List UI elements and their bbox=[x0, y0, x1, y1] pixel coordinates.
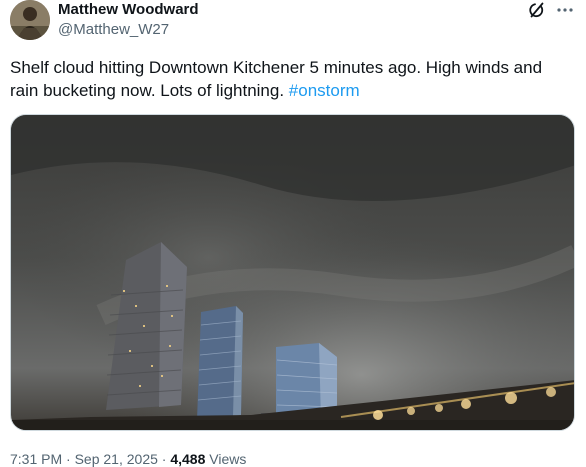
tweet-time[interactable]: 7:31 PM bbox=[10, 451, 62, 467]
grok-icon bbox=[529, 2, 544, 18]
hashtag-link[interactable]: #onstorm bbox=[289, 81, 360, 100]
grok-button[interactable] bbox=[527, 0, 547, 20]
author-avatar[interactable] bbox=[10, 0, 50, 40]
avatar-image bbox=[10, 0, 50, 40]
tower-middle bbox=[197, 306, 243, 420]
video-thumbnail bbox=[11, 115, 574, 430]
tweet-date[interactable]: Sep 21, 2025 bbox=[75, 451, 158, 467]
views-count: 4,488 bbox=[170, 451, 206, 467]
meta-separator: · bbox=[157, 451, 171, 467]
more-options-button[interactable] bbox=[555, 0, 575, 20]
tweet-body: Shelf cloud hitting Downtown Kitchener 5… bbox=[10, 58, 543, 100]
tweet-meta: 7:31 PM · Sep 21, 2025 · 4,488 Views bbox=[10, 451, 246, 467]
more-icon bbox=[557, 8, 573, 12]
author-name[interactable]: Matthew Woodward bbox=[58, 1, 199, 18]
meta-separator: · bbox=[62, 451, 75, 467]
views-label: Views bbox=[205, 451, 247, 467]
tweet-text: Shelf cloud hitting Downtown Kitchener 5… bbox=[10, 56, 570, 102]
tweet-video[interactable] bbox=[10, 114, 575, 431]
author-handle[interactable]: @Matthew_W27 bbox=[58, 21, 169, 38]
